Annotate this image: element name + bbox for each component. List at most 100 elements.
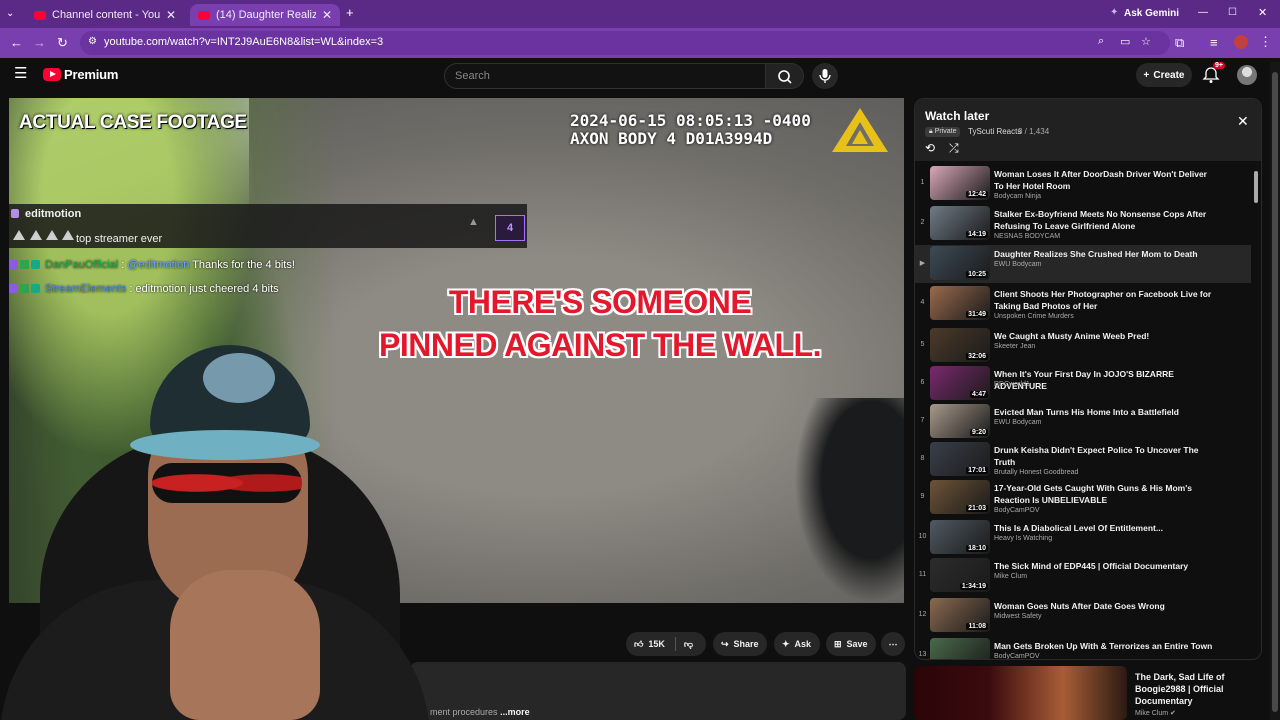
playlist-item-thumbnail[interactable] [930,638,990,659]
playlist-scrollbar[interactable] [1252,163,1260,659]
playlist-item-title[interactable]: Woman Goes Nuts After Date Goes Wrong [994,600,1219,612]
playlist-item-title[interactable]: Man Gets Broken Up With & Terrorizes an … [994,640,1219,652]
playlist-item-title[interactable]: Daughter Realizes She Crushed Her Mom to… [994,248,1219,260]
playlist-item[interactable]: 5 32:06 We Caught a Musty Anime Weeb Pred!… [915,327,1251,365]
shuffle-icon[interactable]: ⤮ [949,141,959,156]
extensions-icon[interactable]: ⧉ [1175,36,1184,50]
maximize-icon[interactable]: ☐ [1228,6,1237,20]
youtube-logo-icon[interactable] [43,68,61,81]
playlist-item-thumbnail[interactable]: 11:08 [930,598,990,632]
description-more-link[interactable]: ...more [500,707,530,717]
forward-icon[interactable]: → [33,36,46,50]
playlist-item-channel[interactable]: Mike Clum [994,573,1027,580]
playlist-item-thumbnail[interactable]: 17:01 [930,442,990,476]
ask-button[interactable]: ✦ Ask [774,632,820,656]
playlist-item-title[interactable]: We Caught a Musty Anime Weeb Pred! [994,330,1219,342]
playlist-item-title[interactable]: Woman Loses It After DoorDash Driver Won… [994,168,1219,192]
playlist-item-thumbnail[interactable]: 14:19 [930,206,990,240]
playlist-item-title[interactable]: Evicted Man Turns His Home Into a Battle… [994,406,1219,418]
playlist-item-channel[interactable]: Heavy Is Watching [994,535,1052,542]
playlist-item-channel[interactable]: EWU Bodycam [994,419,1041,426]
playlist-item[interactable]: 8 17:01 Drunk Keisha Didn't Expect Police … [915,441,1251,479]
profile-avatar[interactable] [1234,35,1248,49]
playlist-owner[interactable]: TyScuti Reacts [968,127,1021,136]
playlist-item[interactable]: 12 11:08 Woman Goes Nuts After Date Goes W… [915,597,1251,635]
hamburger-menu-icon[interactable]: ☰ [14,66,27,81]
zoom-icon[interactable]: ⌕ [1098,35,1104,48]
address-bar[interactable]: ⚙ youtube.com/watch?v=INT2J9AuE6N8&list=… [80,31,1170,55]
reload-icon[interactable]: ↻ [57,36,68,50]
playlist-item-title[interactable]: When It's Your First Day In JOJO'S BIZAR… [994,368,1219,392]
playlist-item-title[interactable]: Stalker Ex-Boyfriend Meets No Nonsense C… [994,208,1219,232]
search-button[interactable] [766,63,804,89]
window-close-icon[interactable]: ✕ [1258,6,1267,20]
playlist-item[interactable]: ▶ 10:25 Daughter Realizes She Crushed Her … [915,245,1251,283]
playlist-item-thumbnail[interactable]: 12:42 [930,166,990,200]
playlist-item-thumbnail[interactable]: 10:25 [930,246,990,280]
more-actions-button[interactable]: ⋯ [881,632,905,656]
back-icon[interactable]: ← [10,36,23,50]
playlist-item-thumbnail[interactable]: 21:03 [930,480,990,514]
playlist-title[interactable]: Watch later [925,109,989,123]
suggested-video-thumbnail[interactable] [914,666,1127,720]
close-tab-icon[interactable]: ✕ [166,8,176,22]
loop-icon[interactable]: ⟲ [925,141,935,155]
playlist-item-channel[interactable]: RDCworld1 [994,381,1030,388]
playlist-item[interactable]: 7 9:20 Evicted Man Turns His Home Into a B… [915,403,1251,441]
playlist-item[interactable]: 6 4:47 When It's Your First Day In JOJO'S … [915,365,1251,403]
playlist-item-title[interactable]: 17-Year-Old Gets Caught With Guns & His … [994,482,1219,506]
account-avatar[interactable] [1237,65,1257,85]
playlist-item-thumbnail[interactable]: 1:34:19 [930,558,990,592]
save-button[interactable]: ⊞ Save [826,632,876,656]
playlist-item[interactable]: 4 31:49 Client Shoots Her Photographer on … [915,285,1251,323]
playlist-item-thumbnail[interactable]: 4:47 [930,366,990,400]
reading-list-icon[interactable]: ≡ [1210,36,1218,50]
tab-current-video[interactable]: (14) Daughter Realizes She Crushed Her M… [190,4,340,26]
playlist-item-channel[interactable]: BodyCamPOV [994,653,1040,659]
playlist-item-channel[interactable]: Bodycam Ninja [994,193,1041,200]
playlist-item-title[interactable]: This Is A Diabolical Level Of Entitlemen… [994,522,1219,534]
cast-icon[interactable]: ▭ [1120,35,1130,48]
playlist-item-title[interactable]: Client Shoots Her Photographer on Facebo… [994,288,1219,312]
close-tab-icon[interactable]: ✕ [322,8,332,22]
ask-gemini-button[interactable]: Ask Gemini [1124,8,1179,19]
playlist-item[interactable]: 11 1:34:19 The Sick Mind of EDP445 | Offic… [915,557,1251,595]
search-input[interactable]: Search [444,63,766,89]
description-snippet[interactable]: ment procedures ...more [430,707,530,717]
tab-search-chevron-icon[interactable]: ⌄ [6,7,14,21]
playlist-item-channel[interactable]: EWU Bodycam [994,261,1041,268]
playlist-item-title[interactable]: The Sick Mind of EDP445 | Official Docum… [994,560,1219,572]
playlist-item[interactable]: 1 12:42 Woman Loses It After DoorDash Driv… [915,165,1251,203]
playlist-item-thumbnail[interactable]: 18:10 [930,520,990,554]
playlist-item[interactable]: 10 18:10 This Is A Diabolical Level Of Ent… [915,519,1251,557]
close-playlist-icon[interactable]: ✕ [1237,113,1249,130]
voice-search-button[interactable] [812,63,838,89]
playlist-item-channel[interactable]: Brutally Honest Goodbread [994,469,1078,476]
suggested-video-title[interactable]: The Dark, Sad Life of Boogie2988 | Offic… [1135,671,1245,707]
bookmark-star-icon[interactable]: ☆ [1141,35,1151,48]
tab-youtube-studio[interactable]: Channel content - YouTube Studio ✕ [26,4,184,26]
thumbs-down-icon[interactable]: 👎︎ [684,639,693,650]
playlist-item[interactable]: 2 14:19 Stalker Ex-Boyfriend Meets No Nons… [915,205,1251,243]
playlist-item-channel[interactable]: NESNAS BODYCAM [994,233,1060,240]
playlist-item-thumbnail[interactable]: 31:49 [930,286,990,320]
playlist-item-channel[interactable]: BodyCamPOV [994,507,1040,514]
playlist-item-channel[interactable]: Skeeter Jean [994,343,1035,350]
new-tab-button[interactable]: + [346,6,354,20]
playlist-scroll-thumb[interactable] [1254,171,1258,203]
like-button[interactable]: 👍︎ 15K [634,639,665,650]
youtube-logo-text[interactable]: Premium [64,67,118,82]
playlist-item-channel[interactable]: Midwest Safety [994,613,1041,620]
playlist-item[interactable]: 13 Man Gets Broken Up With & Terrorizes a… [915,637,1251,659]
playlist-item-thumbnail[interactable]: 32:06 [930,328,990,362]
suggested-video-channel[interactable]: Mike Clum ✔ [1135,709,1176,717]
page-scroll-thumb[interactable] [1272,72,1278,712]
playlist-item-channel[interactable]: Unspoken Crime Murders [994,313,1074,320]
playlist-item[interactable]: 9 21:03 17-Year-Old Gets Caught With Guns … [915,479,1251,517]
site-info-icon[interactable]: ⚙ [88,36,97,47]
playlist-item-title[interactable]: Drunk Keisha Didn't Expect Police To Unc… [994,444,1219,468]
share-button[interactable]: ↪ Share [713,632,767,656]
playlist-item-thumbnail[interactable]: 9:20 [930,404,990,438]
browser-menu-icon[interactable]: ⋮ [1259,35,1272,49]
create-button[interactable]: + Create [1136,63,1192,87]
